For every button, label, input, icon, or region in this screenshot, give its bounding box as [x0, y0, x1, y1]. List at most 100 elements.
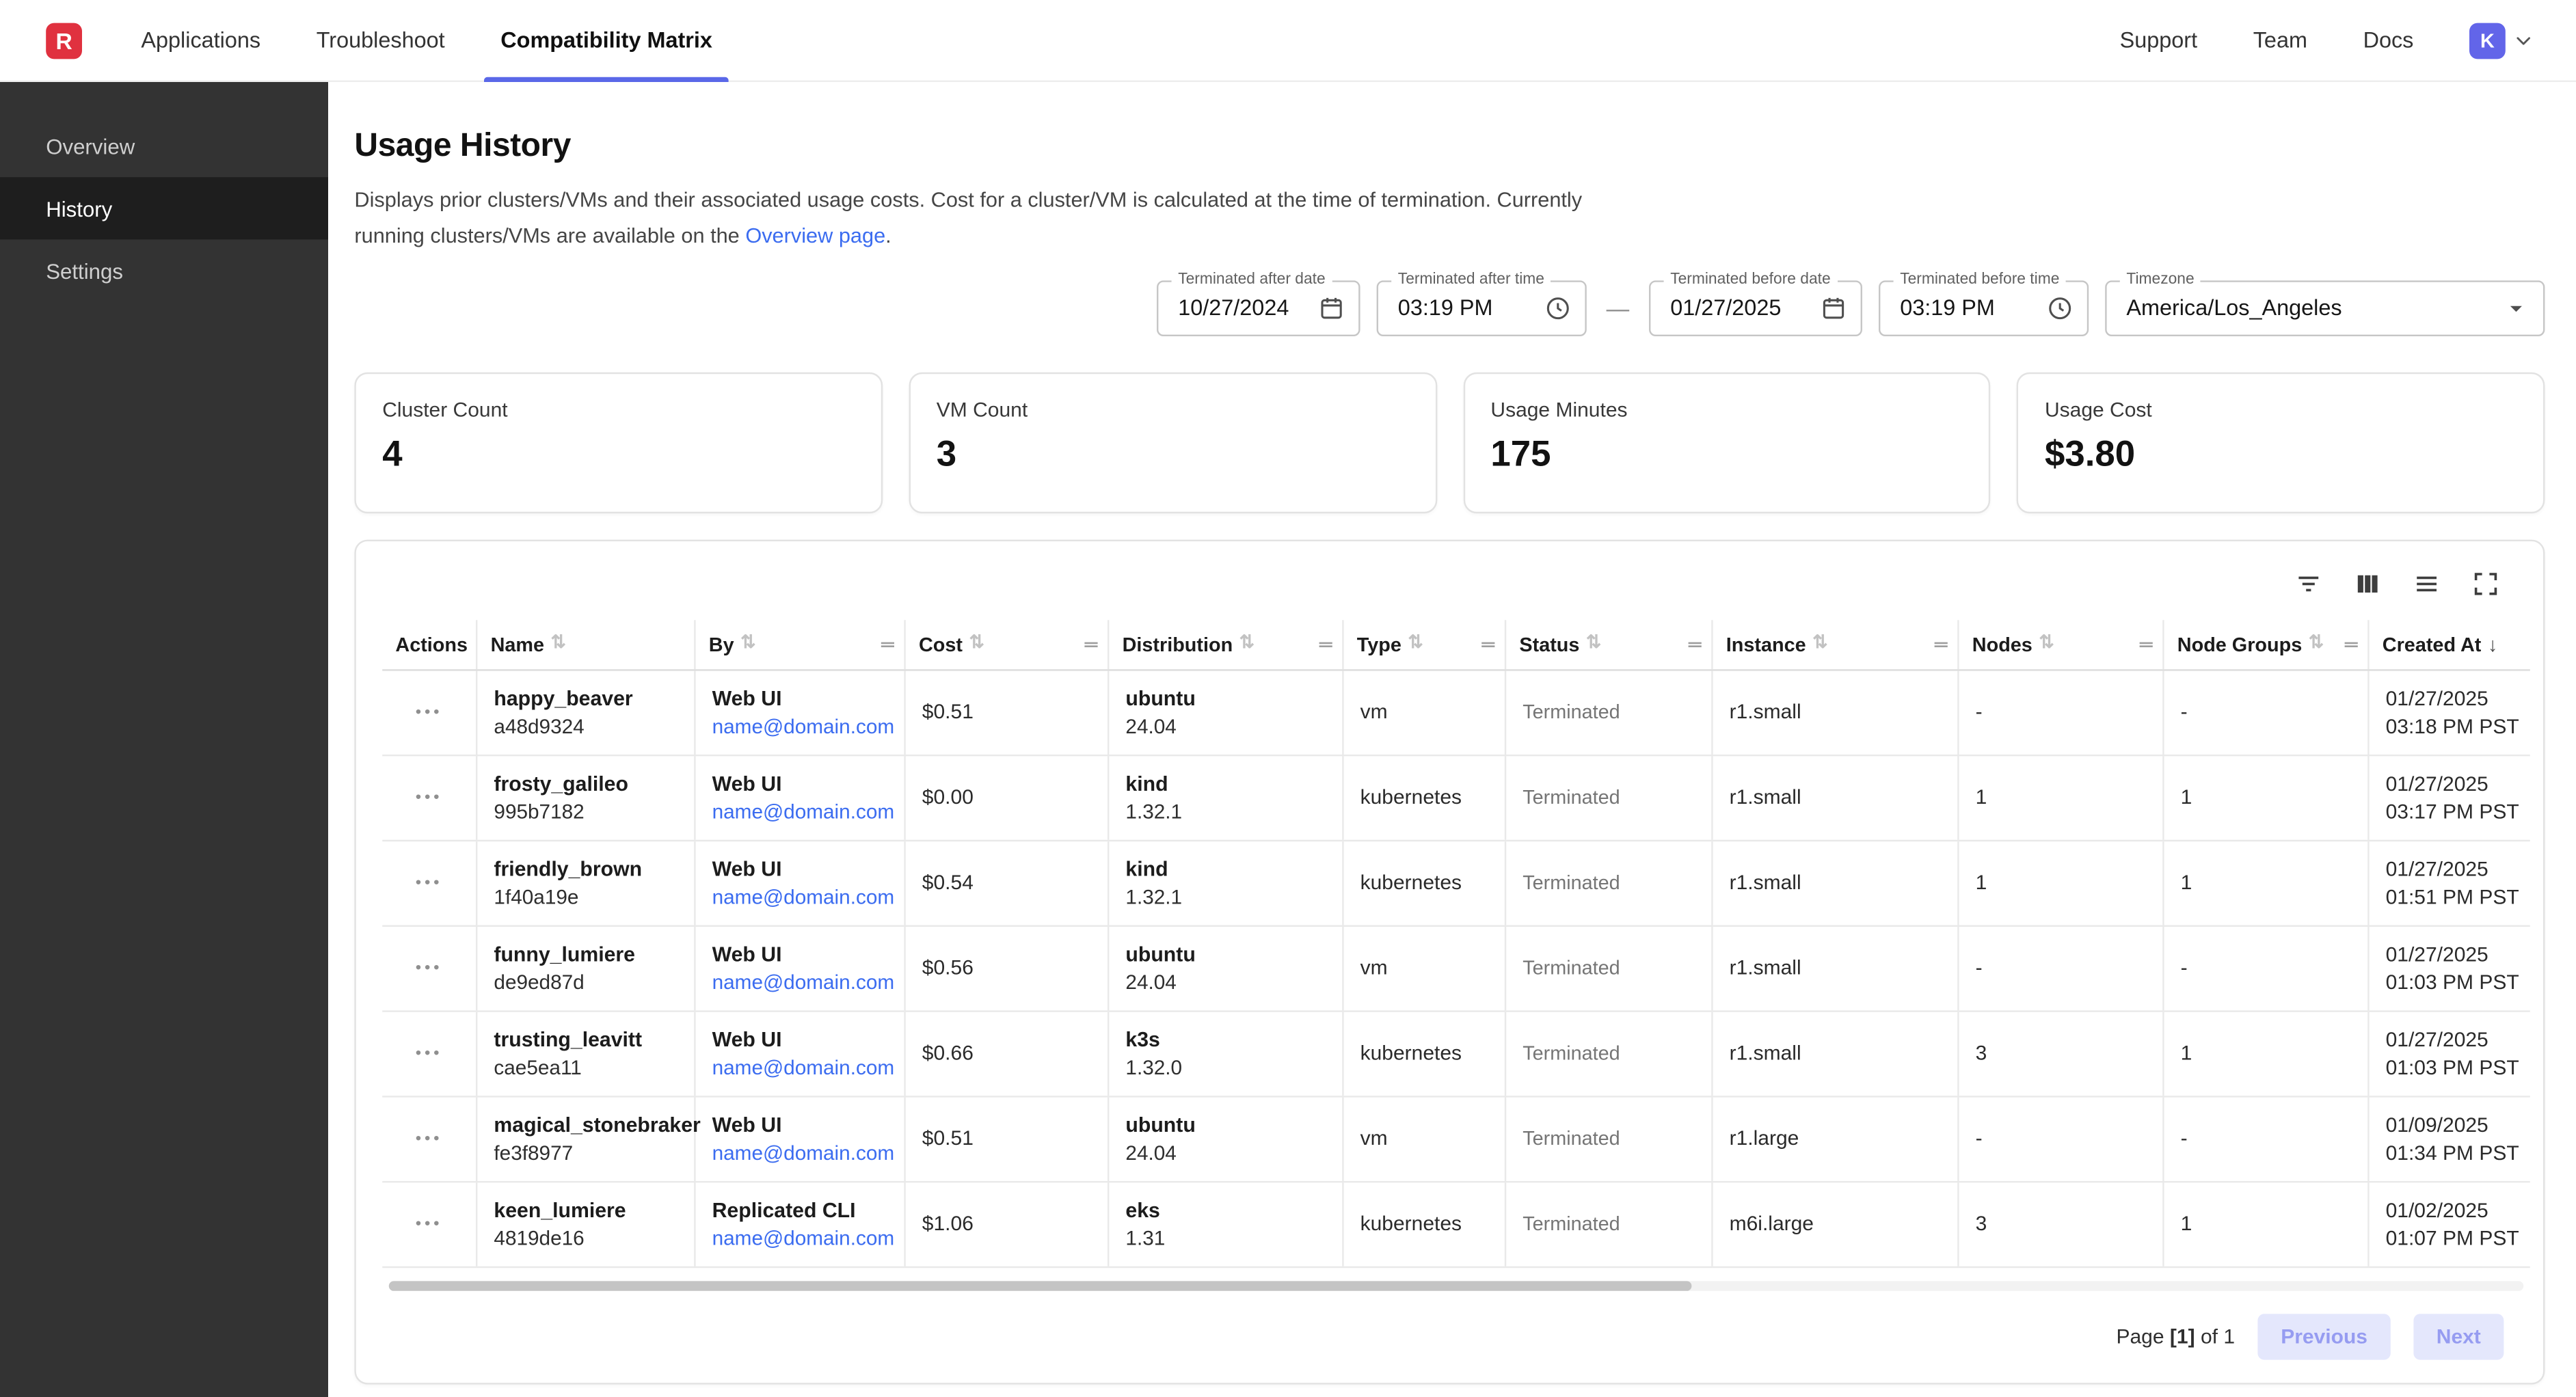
account-menu[interactable]: K: [2469, 22, 2535, 58]
row-actions-button[interactable]: •••: [416, 703, 443, 720]
column-menu-icon[interactable]: [1931, 634, 1951, 654]
created-by-email-link[interactable]: name@domain.com: [712, 1226, 891, 1249]
nav-item-applications[interactable]: Applications: [141, 0, 260, 81]
nav-item-troubleshoot[interactable]: Troubleshoot: [317, 0, 445, 81]
sort-icon[interactable]: ⇅: [2039, 635, 2054, 653]
sort-icon[interactable]: ⇅: [969, 635, 984, 653]
column-menu-icon[interactable]: [2136, 634, 2156, 654]
terminated-after-date-input[interactable]: Terminated after date 10/27/2024: [1157, 280, 1360, 336]
row-actions-button[interactable]: •••: [416, 1215, 443, 1232]
columns-icon[interactable]: [2353, 569, 2383, 598]
cell-status: Terminated: [1506, 1182, 1713, 1265]
table-column-header[interactable]: Distribution ⇅: [1109, 619, 1343, 668]
cell-type: kubernetes: [1344, 1182, 1507, 1265]
terminated-after-time-value: 03:19 PM: [1398, 295, 1493, 320]
row-actions-button[interactable]: •••: [416, 1044, 443, 1062]
column-label: Created At: [2383, 632, 2482, 655]
sort-icon[interactable]: ⇅: [1408, 635, 1423, 653]
nav-link-docs[interactable]: Docs: [2363, 28, 2414, 53]
terminated-before-time-input[interactable]: Terminated before time 03:19 PM: [1879, 280, 2089, 336]
cell-instance: r1.large: [1713, 1096, 1959, 1180]
cell-instance: r1.small: [1713, 841, 1959, 924]
sidebar-item-overview[interactable]: Overview: [0, 115, 328, 177]
created-by-email-link[interactable]: name@domain.com: [712, 1055, 891, 1079]
sidebar-item-settings[interactable]: Settings: [0, 239, 328, 301]
sort-icon[interactable]: ⇅: [1586, 635, 1601, 653]
table-column-header[interactable]: Type ⇅: [1344, 619, 1507, 668]
column-label: Name: [491, 632, 544, 655]
column-menu-icon[interactable]: [1316, 634, 1336, 654]
clock-icon[interactable]: [1544, 294, 1572, 322]
sort-icon[interactable]: ⇅: [1812, 635, 1827, 653]
table-column-header[interactable]: By ⇅: [696, 619, 906, 668]
next-page-button[interactable]: Next: [2413, 1313, 2504, 1359]
description-text: Displays prior clusters/VMs and their as…: [354, 187, 1582, 247]
column-menu-icon[interactable]: [1685, 634, 1705, 654]
sort-icon[interactable]: ⇅: [551, 635, 566, 653]
distribution-name: k3s: [1125, 1028, 1329, 1051]
replicated-logo[interactable]: R: [46, 22, 82, 58]
cell-distribution: eks 1.31: [1109, 1182, 1343, 1265]
nav-link-team[interactable]: Team: [2253, 28, 2307, 53]
terminated-before-date-label: Terminated before date: [1664, 271, 1838, 288]
table-column-header[interactable]: Status ⇅: [1506, 619, 1713, 668]
cluster-name: frosty_galileo: [494, 772, 681, 795]
terminated-before-date-input[interactable]: Terminated before date 01/27/2025: [1649, 280, 1862, 336]
row-actions-button[interactable]: •••: [416, 1129, 443, 1147]
horizontal-scrollbar-thumb[interactable]: [389, 1280, 1691, 1290]
clock-icon[interactable]: [2046, 294, 2074, 322]
nav-link-support[interactable]: Support: [2120, 28, 2198, 53]
table-column-header[interactable]: Node Groups ⇅: [2164, 619, 2370, 668]
created-by-email-link[interactable]: name@domain.com: [712, 714, 891, 737]
created-by-email-link[interactable]: name@domain.com: [712, 800, 891, 823]
terminated-after-time-input[interactable]: Terminated after time 03:19 PM: [1377, 280, 1587, 336]
table-column-header[interactable]: Created At ↓: [2370, 619, 2534, 668]
column-menu-icon[interactable]: [2342, 634, 2361, 654]
table-column-header[interactable]: Nodes ⇅: [1959, 619, 2164, 668]
terminated-before-time-label: Terminated before time: [1894, 271, 2066, 288]
row-actions-button[interactable]: •••: [416, 873, 443, 891]
cell-by: Web UI name@domain.com: [696, 1096, 906, 1180]
row-actions-button[interactable]: •••: [416, 959, 443, 977]
sort-icon[interactable]: ⇅: [2309, 635, 2324, 653]
user-avatar[interactable]: K: [2469, 22, 2506, 58]
sidebar-item-history[interactable]: History: [0, 177, 328, 239]
table-column-header[interactable]: Cost ⇅: [906, 619, 1110, 668]
created-by-source: Web UI: [712, 942, 891, 966]
cell-by: Web UI name@domain.com: [696, 755, 906, 839]
cost-value: $0.66: [922, 1042, 1095, 1065]
density-icon[interactable]: [2412, 569, 2441, 598]
created-by-email-link[interactable]: name@domain.com: [712, 885, 891, 908]
stat-value: $3.80: [2045, 432, 2517, 474]
created-by-email-link[interactable]: name@domain.com: [712, 971, 891, 994]
created-by-email-link[interactable]: name@domain.com: [712, 1141, 891, 1164]
sort-icon[interactable]: ↓: [2488, 634, 2497, 654]
fullscreen-icon[interactable]: [2471, 569, 2500, 598]
stat-card: VM Count 3: [909, 372, 1436, 513]
cell-status: Terminated: [1506, 670, 1713, 753]
terminated-after-date-value: 10/27/2024: [1178, 295, 1289, 320]
column-menu-icon[interactable]: [1478, 634, 1498, 654]
column-menu-icon[interactable]: [878, 634, 898, 654]
table-column-header[interactable]: Actions: [382, 619, 477, 668]
filter-icon[interactable]: [2294, 569, 2323, 598]
type-value: kubernetes: [1360, 786, 1492, 809]
sort-icon[interactable]: ⇅: [1239, 635, 1255, 653]
instance-value: r1.small: [1730, 871, 1944, 894]
sort-icon[interactable]: ⇅: [740, 635, 755, 653]
calendar-icon[interactable]: [1317, 294, 1345, 322]
dropdown-caret-icon[interactable]: [2502, 294, 2530, 322]
calendar-icon[interactable]: [1820, 294, 1848, 322]
table-column-header[interactable]: Instance ⇅: [1713, 619, 1959, 668]
table-column-header[interactable]: Name ⇅: [477, 619, 695, 668]
distribution-name: eks: [1125, 1198, 1329, 1221]
nav-item-compatibility-matrix[interactable]: Compatibility Matrix: [500, 0, 712, 81]
cell-actions: •••: [382, 1182, 477, 1265]
overview-page-link[interactable]: Overview page: [745, 223, 885, 247]
row-actions-button[interactable]: •••: [416, 788, 443, 806]
cell-name: funny_lumiere de9ed87d: [477, 926, 695, 1009]
nodes-value: 1: [1976, 786, 2149, 809]
column-menu-icon[interactable]: [1082, 634, 1101, 654]
timezone-select[interactable]: Timezone America/Los_Angeles: [2105, 280, 2545, 336]
previous-page-button[interactable]: Previous: [2258, 1313, 2391, 1359]
